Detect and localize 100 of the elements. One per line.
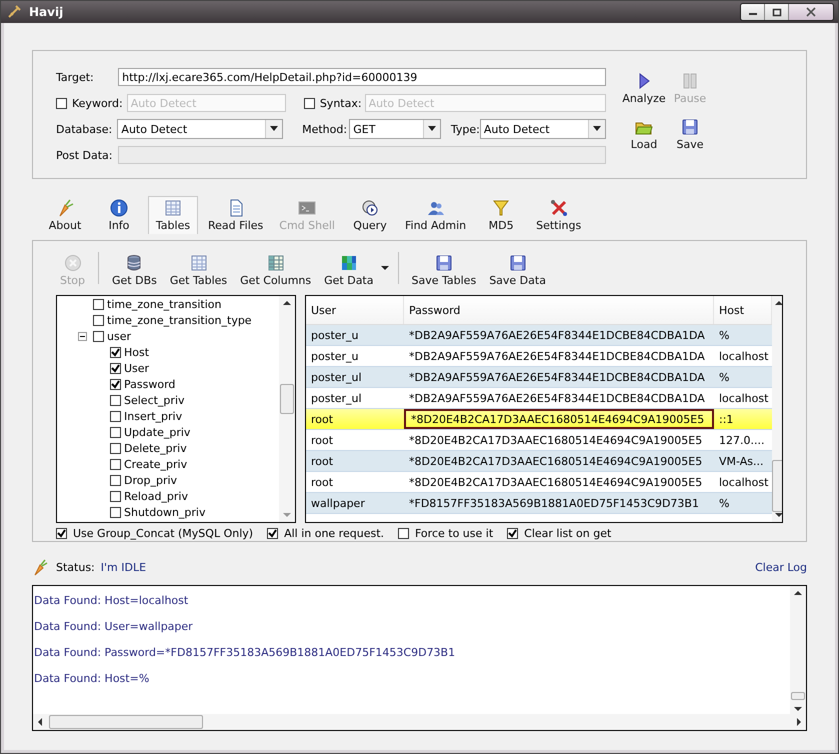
table-cell-text: *DB2A9AF559A76AE26E54F8344E1DCBE84CDBA1DA: [408, 328, 706, 344]
tree-item[interactable]: Insert_priv: [124, 410, 182, 422]
save-button[interactable]: Save: [670, 117, 710, 151]
column-header[interactable]: User: [306, 296, 404, 324]
log-line: Data Found: Host=localhost: [34, 594, 190, 609]
tree-item[interactable]: Drop_priv: [124, 474, 178, 486]
horizontal-scrollbar[interactable]: [33, 714, 806, 730]
option-checkbox[interactable]: [267, 528, 278, 539]
maximize-button[interactable]: [765, 4, 789, 20]
table-row[interactable]: wallpaper *FD8157FF35183A569B1881A0ED75F1453C9D73B1 %: [306, 493, 772, 514]
tree-item[interactable]: Reload_priv: [124, 490, 188, 502]
keyword-label: Keyword:: [72, 96, 123, 110]
table-row[interactable]: root *8D20E4B2CA17D3AAEC1680514E4694C9A19005E5 ::1: [306, 409, 772, 430]
table-row[interactable]: poster_ul *DB2A9AF559A76AE26E54F8344E1DCBE84CDBA1DA %: [306, 367, 772, 388]
tab[interactable]: Find Admin: [399, 196, 472, 234]
toolbar-button[interactable]: Get Tables: [166, 251, 232, 287]
tab[interactable]: MD5: [476, 196, 526, 234]
tree-checkbox[interactable]: [110, 426, 121, 438]
option-checkbox[interactable]: [398, 528, 409, 539]
scrollbar[interactable]: [279, 296, 295, 522]
target-field[interactable]: http://lxj.ecare365.com/HelpDetail.php?id=60000139: [118, 68, 606, 86]
tree-checkbox[interactable]: [110, 410, 121, 422]
tab[interactable]: Settings: [530, 196, 588, 234]
clear-log-link[interactable]: Clear Log: [755, 560, 807, 574]
load-button[interactable]: Load: [618, 117, 670, 151]
target-label: Target:: [56, 70, 95, 84]
stop-icon: [62, 253, 82, 273]
tab[interactable]: About: [40, 196, 90, 234]
close-icon: [805, 7, 817, 17]
dropdown-arrow-icon[interactable]: [380, 266, 388, 270]
tree-item[interactable]: Password: [124, 378, 176, 390]
close-button[interactable]: [789, 4, 833, 20]
tree-checkbox[interactable]: [93, 314, 104, 326]
option-checkbox[interactable]: [507, 528, 518, 539]
scroll-up-icon[interactable]: [283, 300, 291, 306]
tree-checkbox[interactable]: [110, 394, 121, 406]
analyze-button[interactable]: Analyze: [618, 71, 670, 105]
tree-checkbox[interactable]: [110, 458, 121, 470]
columns-icon: [266, 253, 286, 273]
tree-item[interactable]: Delete_priv: [124, 442, 187, 454]
tree-item[interactable]: user: [107, 330, 131, 342]
table-cell-text: localhost: [718, 474, 770, 490]
tree-item[interactable]: Select_priv: [124, 394, 185, 406]
tree-item[interactable]: Create_priv: [124, 458, 188, 470]
tree-checkbox[interactable]: [110, 378, 121, 390]
toolbar-button[interactable]: Save Tables: [408, 251, 480, 287]
tree-checkbox[interactable]: [110, 506, 121, 518]
tree-item[interactable]: time_zone_transition: [107, 298, 222, 310]
table-cell-text: *8D20E4B2CA17D3AAEC1680514E4694C9A19005E5: [408, 454, 704, 470]
scrollbar-thumb[interactable]: [49, 715, 203, 729]
option-label: Use Group_Concat (MySQL Only): [73, 527, 254, 540]
window-title: Havij: [29, 5, 64, 19]
scroll-down-icon[interactable]: [794, 706, 802, 712]
tree-checkbox[interactable]: [93, 330, 104, 342]
scroll-left-icon[interactable]: [37, 718, 43, 726]
scrollbar[interactable]: [790, 586, 806, 714]
post-data-field[interactable]: [118, 146, 606, 164]
tree-item[interactable]: Host: [124, 346, 150, 358]
tab[interactable]: Query: [345, 196, 395, 234]
column-header[interactable]: Password: [404, 296, 714, 324]
collapse-toggle[interactable]: [78, 332, 87, 341]
scroll-up-icon[interactable]: [794, 590, 802, 596]
toolbar-button[interactable]: Get Data: [320, 251, 378, 287]
table-cell-text: poster_u: [310, 348, 360, 365]
type-dropdown[interactable]: Auto Detect: [480, 119, 606, 139]
option-label: All in one request.: [284, 527, 384, 540]
keyword-checkbox[interactable]: [56, 98, 67, 108]
tree-checkbox[interactable]: [110, 362, 121, 374]
table-cell-text: *8D20E4B2CA17D3AAEC1680514E4694C9A19005E5: [408, 474, 704, 490]
table-row[interactable]: poster_u *DB2A9AF559A76AE26E54F8344E1DCBE84CDBA1DA %: [306, 325, 772, 346]
tree-checkbox[interactable]: [93, 298, 104, 310]
scroll-right-icon[interactable]: [796, 718, 802, 726]
tab[interactable]: Tables: [148, 196, 198, 234]
scrollbar[interactable]: [772, 296, 782, 522]
table-row[interactable]: root *8D20E4B2CA17D3AAEC1680514E4694C9A19005E5 VM-As...: [306, 451, 772, 472]
toolbar-button[interactable]: Get DBs: [108, 251, 161, 287]
table-cell-text: *DB2A9AF559A76AE26E54F8344E1DCBE84CDBA1DA: [408, 348, 706, 364]
toolbar-button[interactable]: Get Columns: [236, 251, 316, 287]
tree-checkbox[interactable]: [110, 442, 121, 454]
minimize-button[interactable]: [741, 4, 765, 20]
method-dropdown[interactable]: GET: [349, 119, 441, 139]
tree-item[interactable]: User: [124, 362, 150, 374]
toolbar-button[interactable]: Save Data: [485, 251, 550, 287]
tab[interactable]: Read Files: [202, 196, 270, 234]
tree-item[interactable]: time_zone_transition_type: [107, 314, 252, 326]
tab[interactable]: Info: [94, 196, 144, 234]
tree-item[interactable]: Shutdown_priv: [124, 506, 206, 518]
syntax-checkbox[interactable]: [304, 98, 315, 108]
option-checkbox[interactable]: [56, 528, 67, 539]
tree-item[interactable]: Update_priv: [124, 426, 190, 438]
tree-checkbox[interactable]: [110, 346, 121, 358]
post-data-label: Post Data:: [56, 148, 114, 162]
scrollbar-thumb[interactable]: [280, 384, 294, 414]
database-dropdown[interactable]: Auto Detect: [117, 119, 284, 139]
scrollbar-thumb[interactable]: [791, 692, 805, 700]
tree-checkbox[interactable]: [110, 490, 121, 502]
tree-checkbox[interactable]: [110, 474, 121, 486]
funnel-icon: [491, 198, 512, 218]
scroll-up-icon[interactable]: [775, 300, 782, 306]
scrollbar-thumb[interactable]: [772, 460, 782, 512]
